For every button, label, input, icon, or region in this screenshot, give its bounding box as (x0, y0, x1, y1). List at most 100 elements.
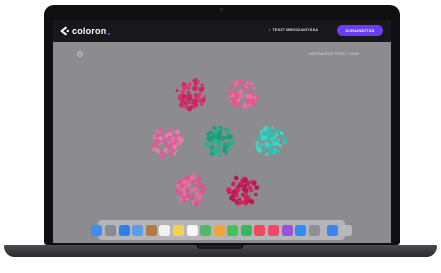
plate-dot (235, 198, 239, 203)
plate-dot (199, 190, 203, 194)
plate-dot (211, 147, 218, 154)
plate-dot (188, 105, 193, 110)
plate-bottom-left[interactable] (175, 173, 207, 207)
trash-icon[interactable] (340, 224, 352, 236)
plate-dot (238, 182, 242, 186)
plate-dot (235, 187, 241, 193)
finder-icon[interactable] (91, 224, 103, 236)
plate-dot (165, 132, 170, 136)
plate-dot (178, 195, 181, 199)
plate-dot (153, 144, 158, 148)
plate-dot (200, 86, 205, 91)
plate-dot (198, 199, 202, 203)
plate-dot (183, 179, 189, 185)
settings-icon[interactable] (308, 224, 320, 236)
plate-mid-right[interactable] (255, 125, 288, 157)
plate-dot (217, 136, 221, 141)
plate-dot (238, 197, 242, 201)
plate-dot (279, 131, 284, 135)
plate-dot (233, 175, 239, 181)
plate-dot (205, 142, 211, 148)
plate-top-right[interactable] (227, 78, 260, 109)
plate-dot (282, 135, 286, 139)
podcasts-icon[interactable] (281, 224, 293, 236)
dock (91, 220, 352, 240)
plate-dot (248, 199, 253, 203)
mail-icon[interactable] (132, 224, 144, 236)
plate-dot (271, 152, 274, 155)
plate-dot (253, 96, 257, 100)
plate-dot (196, 95, 202, 101)
reminders-icon[interactable] (186, 224, 198, 236)
appstore-icon[interactable] (295, 224, 307, 236)
plate-dot (216, 140, 222, 146)
plate-dot (254, 192, 258, 197)
plate-dot (164, 143, 169, 148)
plate-dot (175, 149, 178, 152)
plate-dot (283, 139, 288, 144)
messages-icon[interactable] (227, 224, 239, 236)
plate-dot (178, 142, 182, 146)
plate-dot (248, 93, 252, 98)
plate-dot (199, 100, 204, 105)
safari-icon[interactable] (118, 224, 130, 236)
plate-dot (178, 137, 184, 143)
plate-dot (170, 126, 174, 130)
plate-dot (255, 145, 260, 150)
music-icon[interactable] (268, 224, 280, 236)
plate-center[interactable] (203, 125, 236, 158)
plate-dot (240, 192, 245, 197)
contacts-icon[interactable] (145, 224, 157, 236)
plate-dot (199, 183, 204, 189)
plate-dot (160, 131, 164, 135)
news-icon[interactable] (254, 224, 266, 236)
plate-dot (275, 133, 279, 137)
plate-dot (173, 133, 177, 138)
plate-dot (191, 173, 197, 178)
plate-dot (254, 185, 258, 189)
plate-dot (168, 149, 174, 154)
plate-dot (268, 147, 274, 153)
plate-dot (237, 79, 243, 85)
plate-bottom-right[interactable] (226, 175, 260, 206)
plate-dot (264, 152, 269, 157)
plate-dot (163, 137, 168, 142)
plate-mid-left[interactable] (151, 126, 184, 159)
laptop-base (4, 245, 437, 257)
plate-dot (218, 128, 222, 132)
calendar-icon[interactable] (159, 224, 171, 236)
plate-dot (197, 92, 202, 96)
plate-dot (196, 80, 201, 84)
facetime-icon[interactable] (240, 224, 252, 236)
plate-dot (228, 143, 232, 146)
plate-dot (175, 89, 179, 93)
plate-dot (278, 144, 282, 148)
plate-dot (167, 138, 171, 142)
plate-top-left[interactable] (175, 77, 207, 112)
downloads-icon[interactable] (327, 224, 339, 236)
plate-dot (243, 81, 247, 85)
plate-dot (193, 187, 198, 191)
plate-dot (181, 84, 187, 90)
plate-dot (230, 101, 234, 106)
launchpad-icon[interactable] (104, 224, 116, 236)
plate-dot (177, 183, 181, 187)
plate-dot (243, 184, 248, 188)
plate-dot (232, 198, 237, 203)
maps-icon[interactable] (200, 224, 212, 236)
plate-dot (194, 181, 198, 185)
plate-dot (203, 141, 207, 145)
plate-dot (246, 180, 250, 184)
plate-dot (267, 133, 273, 139)
notes-icon[interactable] (172, 224, 184, 236)
plate-dot (228, 94, 231, 98)
plate-dot (179, 198, 184, 202)
plate-dot (248, 185, 252, 190)
plate-dot (263, 139, 267, 143)
plate-dot (251, 183, 254, 187)
plate-dot (173, 152, 177, 156)
plate-dot (262, 130, 268, 137)
plate-dot (191, 99, 195, 102)
plate-dot (246, 98, 250, 103)
photos-icon[interactable] (213, 224, 225, 236)
